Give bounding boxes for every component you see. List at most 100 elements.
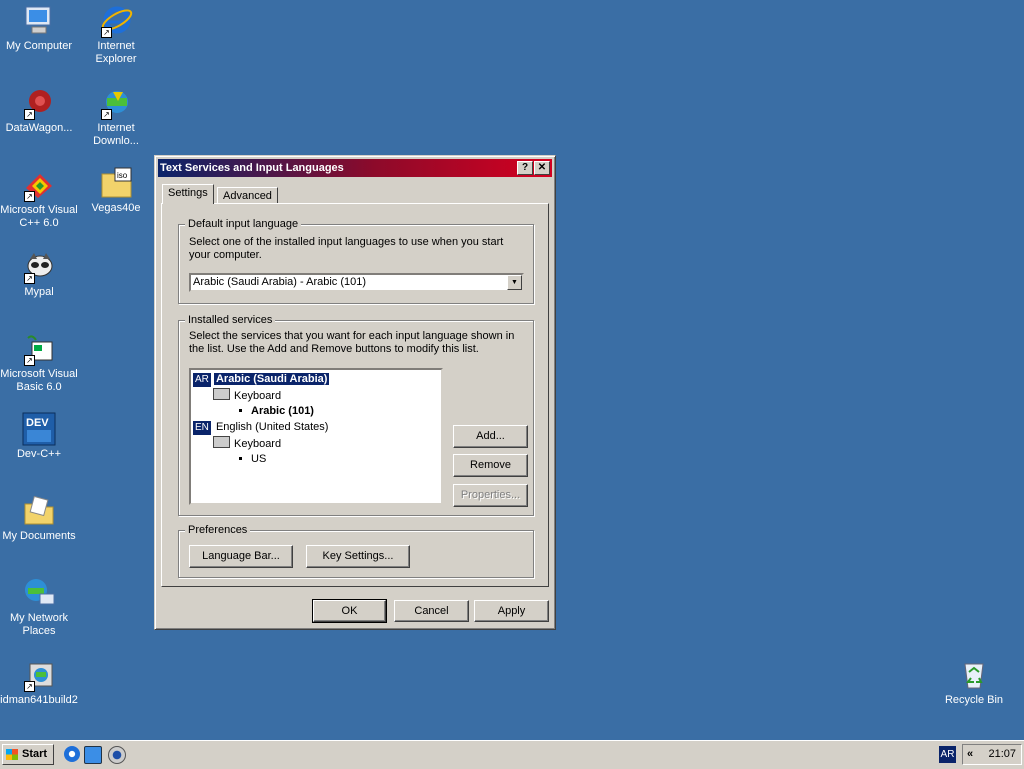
- keyboard-icon: [213, 388, 230, 400]
- svg-text:DEV: DEV: [26, 417, 49, 429]
- shortcut-arrow-icon: ↗: [24, 191, 35, 202]
- tree-item-english-keyboard[interactable]: Keyboard: [213, 436, 281, 451]
- svg-text:iso: iso: [117, 171, 128, 180]
- idman-installer-icon: ↗: [22, 658, 56, 692]
- shortcut-arrow-icon: ↗: [101, 109, 112, 120]
- properties-button[interactable]: Properties...: [453, 484, 528, 507]
- desktop-icon-label: Dev-C++: [16, 448, 62, 460]
- desktop-icon-label: idman641build2: [0, 694, 78, 706]
- desktop-icon-label: Internet Downlo...: [93, 122, 139, 147]
- start-button[interactable]: Start: [2, 744, 54, 765]
- tab-settings[interactable]: Settings: [162, 184, 214, 204]
- system-tray: « 21:07: [962, 744, 1022, 765]
- visual-cpp-icon: ↗: [22, 168, 56, 202]
- tree-item-arabic-101[interactable]: Arabic (101): [239, 404, 314, 418]
- desktop-icon-label: My Documents: [2, 530, 76, 542]
- preferences-group: Preferences Language Bar... Key Settings…: [178, 523, 534, 578]
- tree-item-arabic[interactable]: AR Arabic (Saudi Arabia): [193, 372, 330, 387]
- shortcut-arrow-icon: ↗: [24, 109, 35, 120]
- default-language-select[interactable]: Arabic (Saudi Arabia) - Arabic (101) ▼: [189, 273, 524, 292]
- shortcut-arrow-icon: ↗: [101, 27, 112, 38]
- tree-item-label: Keyboard: [234, 438, 282, 450]
- close-button[interactable]: ✕: [534, 161, 550, 175]
- my-computer-icon: [22, 4, 56, 38]
- tree-item-label: US: [251, 453, 267, 465]
- remove-button[interactable]: Remove: [453, 454, 528, 477]
- language-bar-button[interactable]: Language Bar...: [189, 545, 293, 568]
- tab-advanced[interactable]: Advanced: [217, 187, 278, 204]
- group-label: Default input language: [185, 217, 302, 231]
- desktop-icon-dev-cpp[interactable]: DEV Dev-C++: [0, 412, 78, 461]
- tree-item-arabic-keyboard[interactable]: Keyboard: [213, 388, 281, 403]
- tree-item-label: Arabic (Saudi Arabia): [213, 373, 330, 385]
- text-services-dialog: Text Services and Input Languages ? ✕ Se…: [154, 155, 556, 630]
- internet-download-manager-icon: ↗: [99, 86, 133, 120]
- media-player-icon[interactable]: [108, 746, 126, 764]
- bullet-icon: [239, 409, 242, 412]
- desktop-icon-label: Internet Explorer: [95, 40, 137, 65]
- desktop-icon-mypal[interactable]: ↗ Mypal: [0, 250, 78, 299]
- en-language-icon: EN: [193, 421, 211, 435]
- tree-item-us[interactable]: US: [239, 452, 266, 466]
- shortcut-arrow-icon: ↗: [24, 681, 35, 692]
- cancel-button[interactable]: Cancel: [394, 600, 469, 622]
- installed-services-group: Installed services Select the services t…: [178, 313, 534, 516]
- default-input-language-group: Default input language Select one of the…: [178, 217, 534, 304]
- tray-expand-icon[interactable]: «: [967, 745, 973, 764]
- windows-logo-icon: [6, 749, 18, 760]
- desktop-icon-visual-cpp[interactable]: ↗ Microsoft Visual C++ 6.0: [0, 168, 78, 230]
- desktop-icon-recycle-bin[interactable]: Recycle Bin: [935, 658, 1013, 707]
- ok-button[interactable]: OK: [312, 599, 387, 623]
- desktop-icon-idman641build2[interactable]: ↗ idman641build2: [0, 658, 78, 707]
- group-label: Preferences: [185, 523, 251, 537]
- desktop-icon-label: My Computer: [5, 40, 73, 52]
- mypal-icon: ↗: [22, 250, 56, 284]
- help-button[interactable]: ?: [517, 161, 533, 175]
- settings-panel: Default input language Select one of the…: [161, 203, 549, 587]
- dialog-title: Text Services and Input Languages: [160, 162, 344, 174]
- default-language-value: Arabic (Saudi Arabia) - Arabic (101): [193, 276, 367, 288]
- group-description: Select one of the installed input langua…: [189, 236, 504, 261]
- internet-explorer-icon: ↗: [99, 4, 133, 38]
- add-button[interactable]: Add...: [453, 425, 528, 448]
- recycle-bin-icon: [957, 658, 991, 692]
- my-documents-icon: [22, 494, 56, 528]
- shortcut-arrow-icon: ↗: [24, 355, 35, 366]
- dev-cpp-icon: DEV: [22, 412, 56, 446]
- desktop-icon-my-computer[interactable]: My Computer: [0, 4, 78, 53]
- iso-file-icon: iso: [99, 166, 133, 200]
- tree-item-english[interactable]: EN English (United States): [193, 420, 328, 435]
- desktop-icon-internet-explorer[interactable]: ↗ Internet Explorer: [77, 4, 155, 66]
- desktop-icon-label: Recycle Bin: [944, 694, 1004, 706]
- chevron-down-icon[interactable]: ▼: [507, 275, 522, 290]
- desktop-icon-visual-basic[interactable]: ↗ Microsoft Visual Basic 6.0: [0, 332, 78, 394]
- apply-button[interactable]: Apply: [474, 600, 549, 622]
- desktop-icon-label: Microsoft Visual Basic 6.0: [0, 368, 78, 393]
- language-indicator[interactable]: AR: [939, 746, 956, 763]
- tree-item-label: English (United States): [215, 421, 329, 433]
- desktop-icon-vegas40e[interactable]: iso Vegas40e: [77, 166, 155, 215]
- datawagon-icon: ↗: [22, 86, 56, 120]
- desktop-icon-my-documents[interactable]: My Documents: [0, 494, 78, 543]
- clock[interactable]: 21:07: [988, 745, 1016, 764]
- desktop-icon-label: My Network Places: [9, 612, 69, 637]
- start-label: Start: [22, 748, 48, 760]
- group-description: Select the services that you want for ea…: [189, 330, 515, 355]
- visual-basic-icon: ↗: [22, 332, 56, 366]
- desktop-icon-label: Mypal: [24, 286, 54, 298]
- desktop-icon-internet-download-manager[interactable]: ↗ Internet Downlo...: [77, 86, 155, 148]
- desktop-icon-label: DataWagon...: [5, 122, 73, 134]
- desktop-icon-datawagon[interactable]: ↗ DataWagon...: [0, 86, 78, 135]
- shortcut-arrow-icon: ↗: [24, 273, 35, 284]
- key-settings-button[interactable]: Key Settings...: [306, 545, 410, 568]
- desktop-icon-my-network-places[interactable]: My Network Places: [0, 576, 78, 638]
- group-label: Installed services: [185, 313, 276, 327]
- desktop-icon-label: Vegas40e: [91, 202, 141, 214]
- tree-item-label: Arabic (101): [251, 405, 314, 417]
- bullet-icon: [239, 457, 242, 460]
- internet-explorer-quicklaunch-icon[interactable]: [64, 746, 80, 762]
- show-desktop-icon[interactable]: [84, 746, 102, 764]
- dialog-titlebar[interactable]: Text Services and Input Languages ? ✕: [158, 159, 552, 177]
- installed-services-tree[interactable]: AR Arabic (Saudi Arabia) Keyboard Arabic…: [189, 368, 443, 505]
- tree-item-label: Keyboard: [234, 390, 282, 402]
